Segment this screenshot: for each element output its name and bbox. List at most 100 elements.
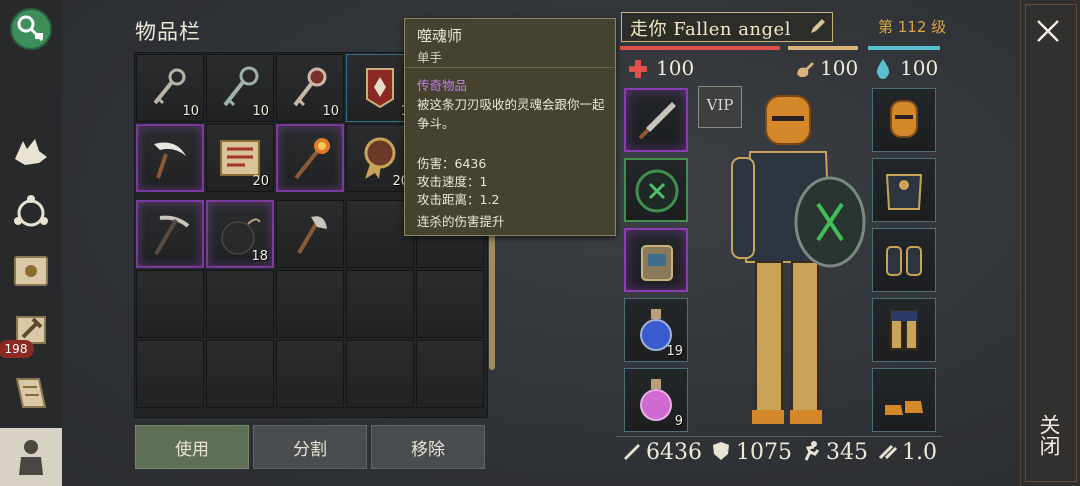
torch-axe-icon bbox=[294, 138, 330, 180]
item-quantity: 18 bbox=[251, 249, 268, 264]
character-icon bbox=[19, 440, 43, 475]
key-search-icon bbox=[10, 8, 52, 50]
remove-button[interactable]: 移除 bbox=[371, 425, 485, 469]
close-panel-frame bbox=[1025, 4, 1077, 482]
sidebar-item-character[interactable] bbox=[0, 428, 62, 486]
health-bar bbox=[620, 46, 780, 50]
inventory-slot[interactable] bbox=[276, 124, 344, 192]
health-value: 100 bbox=[656, 56, 695, 80]
chest-armor-icon bbox=[885, 174, 923, 210]
character-model bbox=[731, 95, 866, 424]
book-sun-icon bbox=[14, 256, 48, 286]
water-bar bbox=[868, 46, 940, 50]
chest-slot[interactable] bbox=[872, 158, 936, 222]
edit-name-icon[interactable] bbox=[808, 16, 828, 36]
hunger-value: 100 bbox=[820, 56, 859, 80]
inventory-slot[interactable]: 10 bbox=[136, 54, 204, 122]
gloves-slot[interactable] bbox=[872, 228, 936, 292]
item-tooltip: 噬魂师 单手 传奇物品 被这条刀刃吸收的灵魂会跟你一起争斗。 伤害：6436 攻… bbox=[404, 18, 616, 236]
sidebar-item-skills[interactable] bbox=[6, 246, 56, 296]
item-quantity: 20 bbox=[252, 174, 269, 189]
search-key-button[interactable] bbox=[6, 4, 56, 54]
character-name-box: 走你 Fallen angel bbox=[621, 12, 833, 42]
hunger-icon bbox=[797, 62, 814, 78]
inventory-slot-empty[interactable] bbox=[136, 270, 204, 338]
shield-slot[interactable] bbox=[624, 158, 688, 222]
inventory-slot-empty[interactable] bbox=[416, 270, 484, 338]
inventory-slot-empty[interactable] bbox=[206, 340, 274, 408]
inventory-slot-empty[interactable] bbox=[136, 340, 204, 408]
armor-stat: 1075 bbox=[710, 440, 792, 465]
speed-stat: 345 bbox=[800, 440, 868, 465]
hunger-bar bbox=[788, 46, 858, 50]
inventory-slot[interactable]: 18 bbox=[206, 200, 274, 268]
tooltip-bonus: 连杀的伤害提升 bbox=[417, 214, 505, 229]
weapon-slot[interactable] bbox=[624, 88, 688, 152]
tooltip-stat-damage: 伤害：6436 bbox=[417, 156, 487, 171]
notification-badge: 198 bbox=[0, 340, 34, 358]
gloves-icon bbox=[886, 246, 922, 276]
inventory-slot[interactable]: 20 bbox=[206, 124, 274, 192]
axe-icon bbox=[297, 216, 327, 255]
shield-icon bbox=[713, 442, 729, 460]
water-icon bbox=[876, 59, 890, 79]
item-quantity: 10 bbox=[322, 104, 339, 119]
sidebar-item-pets[interactable] bbox=[6, 126, 56, 176]
item-quantity: 10 bbox=[182, 104, 199, 119]
map-scroll-icon bbox=[15, 378, 47, 408]
character-level: 第 112 级 bbox=[878, 18, 947, 36]
banner-icon bbox=[366, 68, 394, 109]
tooltip-hand-type: 单手 bbox=[417, 50, 443, 65]
helmet-slot[interactable] bbox=[872, 88, 936, 152]
item-quantity: 10 bbox=[252, 104, 269, 119]
inventory-slot-empty[interactable] bbox=[346, 340, 414, 408]
tooltip-stat-range: 攻击距离：1.2 bbox=[417, 192, 500, 207]
tooltip-description: 被这条刀刃吸收的灵魂会跟你一起争斗。 bbox=[417, 97, 605, 131]
running-icon bbox=[804, 441, 820, 461]
wolf-icon bbox=[15, 139, 47, 165]
sidebar-item-map[interactable] bbox=[6, 368, 56, 418]
inventory-slot[interactable]: 10 bbox=[206, 54, 274, 122]
close-label[interactable]: 关闭 bbox=[1035, 414, 1061, 456]
inventory-slot-empty[interactable] bbox=[416, 340, 484, 408]
tooltip-divider bbox=[405, 67, 615, 68]
leg-armor-icon bbox=[890, 310, 918, 350]
shield-rune-icon bbox=[635, 169, 679, 213]
left-sidebar: 198 bbox=[0, 0, 63, 486]
damage-stat: 6436 bbox=[620, 440, 702, 465]
legs-slot[interactable] bbox=[872, 298, 936, 362]
inventory-slot[interactable]: 10 bbox=[276, 54, 344, 122]
pink-potion-icon bbox=[640, 379, 672, 421]
boots-slot[interactable] bbox=[872, 368, 936, 432]
pickaxe-icon bbox=[154, 215, 190, 256]
inventory-slot-empty[interactable] bbox=[276, 340, 344, 408]
scythe-icon bbox=[154, 142, 186, 179]
inventory-slot-empty[interactable] bbox=[206, 270, 274, 338]
close-panel[interactable]: 关闭 bbox=[1020, 0, 1080, 486]
swing-icon bbox=[878, 444, 898, 460]
inventory-slot[interactable] bbox=[276, 200, 344, 268]
use-button[interactable]: 使用 bbox=[135, 425, 249, 469]
item-quantity: 19 bbox=[666, 344, 683, 359]
clan-icon bbox=[14, 195, 48, 227]
item-quantity: 9 bbox=[674, 414, 683, 429]
sword-icon bbox=[624, 444, 640, 460]
backpack-icon bbox=[641, 245, 673, 281]
quick-slot-2[interactable]: 9 bbox=[624, 368, 688, 432]
character-stats: 6436 1075 345 1.0 bbox=[616, 436, 942, 469]
dagger-icon bbox=[638, 102, 676, 140]
sidebar-item-clan[interactable] bbox=[6, 186, 56, 236]
split-button[interactable]: 分割 bbox=[253, 425, 367, 469]
quick-slot-1[interactable]: 19 bbox=[624, 298, 688, 362]
attack-speed-stat: 1.0 bbox=[876, 440, 937, 465]
water-value: 100 bbox=[900, 56, 939, 80]
inventory-title: 物品栏 bbox=[135, 20, 201, 44]
close-icon[interactable] bbox=[1035, 18, 1061, 44]
character-name: 走你 Fallen angel bbox=[630, 19, 791, 40]
inventory-slot[interactable] bbox=[136, 200, 204, 268]
helmet-icon bbox=[890, 100, 918, 138]
backpack-slot[interactable] bbox=[624, 228, 688, 292]
inventory-slot[interactable] bbox=[136, 124, 204, 192]
inventory-slot-empty[interactable] bbox=[276, 270, 344, 338]
inventory-slot-empty[interactable] bbox=[346, 270, 414, 338]
